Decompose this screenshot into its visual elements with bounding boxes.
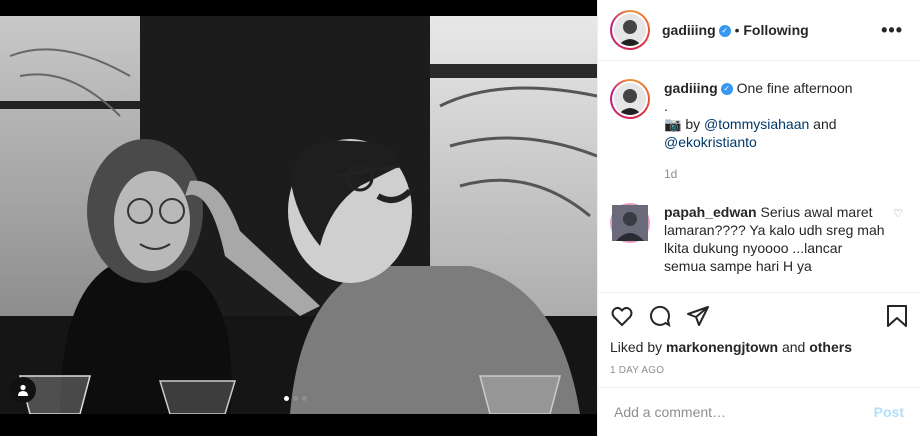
follow-separator: • [734, 22, 740, 38]
more-options-icon[interactable]: ••• [881, 20, 903, 41]
comment-icon[interactable] [648, 304, 672, 328]
header-text: gadiiing ✓ • Following [662, 22, 881, 38]
following-button[interactable]: Following [743, 22, 808, 38]
caption: gadiiing ✓ One fine afternoon . 📷 by @tom… [610, 79, 903, 183]
post-date[interactable]: 1 DAY AGO [610, 365, 908, 376]
commenter-username[interactable]: papah_edwan [664, 204, 757, 220]
heart-icon[interactable] [610, 304, 634, 328]
post-actions: Liked by markonengjtown and others 1 DAY… [598, 292, 919, 376]
verified-badge-icon: ✓ [718, 25, 731, 38]
user-tag-icon [18, 384, 28, 396]
carousel-indicator [284, 396, 307, 401]
comments-section: gadiiing ✓ One fine afternoon . 📷 by @tom… [598, 61, 919, 292]
action-bar [610, 293, 908, 339]
caption-age: 1d [664, 167, 678, 181]
mention-tommysiahaan[interactable]: @tommysiahaan [704, 116, 809, 132]
credit-and: and [813, 116, 837, 132]
post-header: gadiiing ✓ • Following ••• [598, 0, 919, 61]
credit-by: by [685, 116, 701, 132]
post-photo[interactable] [0, 16, 597, 414]
post-sidebar: gadiiing ✓ • Following ••• gadiiing ✓ One … [597, 0, 919, 436]
liked-user[interactable]: markonengjtown [666, 339, 778, 355]
bookmark-icon[interactable] [886, 304, 908, 328]
caption-dot: . [664, 98, 668, 114]
caption-avatar[interactable] [610, 79, 650, 119]
caption-text: One fine afternoon [736, 80, 853, 96]
commenter-avatar[interactable] [610, 203, 650, 243]
camera-icon: 📷 [664, 116, 682, 132]
post-media [0, 0, 597, 436]
add-comment-bar: Post [598, 387, 919, 436]
likes-summary: Liked by markonengjtown and others [610, 339, 908, 355]
comment-body: papah_edwan Serius awal maret lamaran???… [664, 203, 885, 275]
liked-prefix: Liked by [610, 339, 663, 355]
comment-item: papah_edwan Serius awal maret lamaran???… [610, 203, 903, 275]
author-avatar[interactable] [610, 10, 650, 50]
paper-plane-icon[interactable] [686, 304, 710, 328]
avatar-image [614, 14, 646, 46]
comment-like-icon[interactable]: ♡ [893, 207, 903, 275]
caption-username[interactable]: gadiiing [664, 80, 718, 96]
carousel-dot-3 [302, 396, 307, 401]
photo-image [0, 16, 597, 414]
carousel-dot-1 [284, 396, 289, 401]
author-username[interactable]: gadiiing [662, 22, 716, 38]
liked-and: and [781, 339, 806, 355]
user-tag-button[interactable] [10, 377, 36, 403]
verified-badge-icon: ✓ [720, 83, 733, 96]
carousel-dot-2 [293, 396, 298, 401]
liked-others-link[interactable]: others [809, 339, 852, 355]
comment-input[interactable] [614, 404, 874, 420]
mention-ekokristianto[interactable]: @ekokristianto [664, 134, 757, 150]
post-comment-button[interactable]: Post [874, 404, 904, 420]
caption-body: gadiiing ✓ One fine afternoon . 📷 by @tom… [664, 79, 903, 183]
